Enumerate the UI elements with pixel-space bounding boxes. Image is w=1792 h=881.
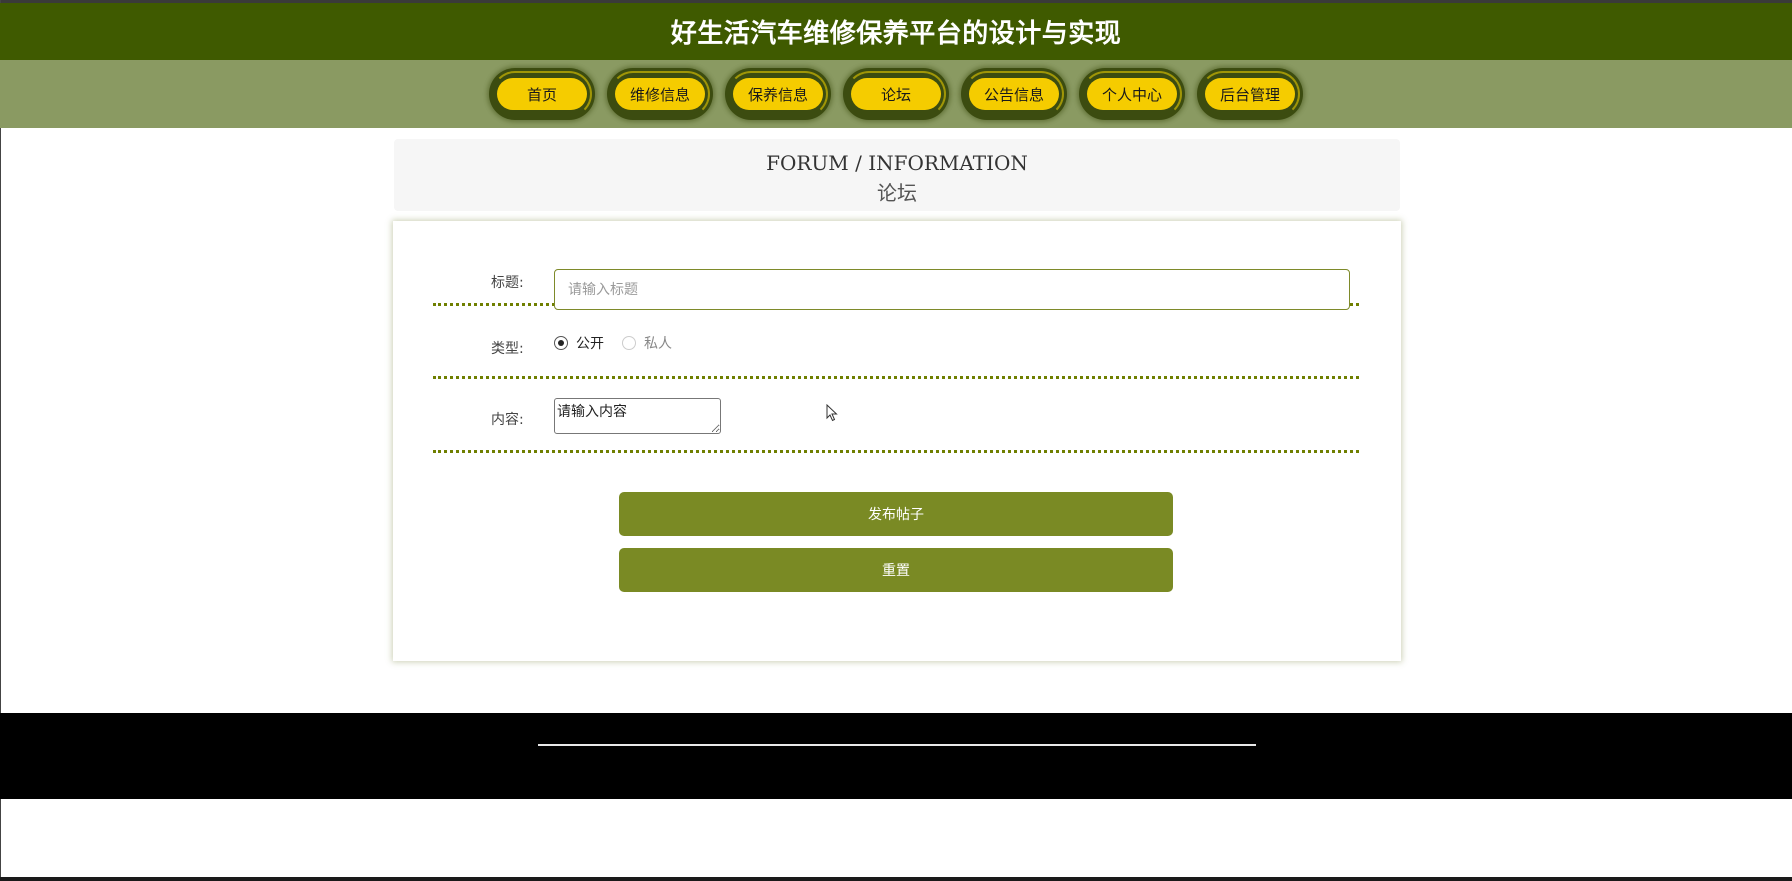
nav-item-label: 首页 — [497, 78, 587, 110]
window-bottom-border — [0, 877, 1792, 881]
form-row-content: 内容: — [433, 379, 1359, 453]
nav-item-repair-info[interactable]: 维修信息 — [607, 68, 713, 120]
section-title-en: FORUM / INFORMATION — [766, 151, 1028, 175]
nav-item-label: 论坛 — [851, 78, 941, 110]
forum-post-form: 标题: 类型: 公开 私人 内容: 发布帖子 重置 — [393, 221, 1401, 661]
nav-item-label: 后台管理 — [1205, 78, 1295, 110]
site-title: 好生活汽车维修保养平台的设计与实现 — [670, 19, 1122, 49]
nav-item-personal-center[interactable]: 个人中心 — [1079, 68, 1185, 120]
type-option-public[interactable]: 公开 — [554, 333, 604, 353]
radio-unchecked-icon[interactable] — [622, 336, 636, 350]
nav-item-forum[interactable]: 论坛 — [843, 68, 949, 120]
section-heading: FORUM / INFORMATION 论坛 — [394, 139, 1400, 211]
reset-button[interactable]: 重置 — [619, 548, 1173, 592]
mouse-pointer-icon — [826, 404, 838, 422]
nav-item-admin[interactable]: 后台管理 — [1197, 68, 1303, 120]
title-label: 标题: — [491, 275, 524, 291]
type-option-label: 私人 — [644, 336, 672, 352]
nav-item-announcements[interactable]: 公告信息 — [961, 68, 1067, 120]
publish-post-button[interactable]: 发布帖子 — [619, 492, 1173, 536]
site-footer — [0, 713, 1792, 799]
content-label: 内容: — [491, 412, 524, 428]
nav-item-label: 个人中心 — [1087, 78, 1177, 110]
title-input[interactable] — [554, 269, 1350, 310]
content-textarea[interactable] — [554, 398, 721, 434]
section-title-cn: 论坛 — [877, 181, 917, 205]
type-option-private[interactable]: 私人 — [622, 333, 672, 353]
nav-item-label: 维修信息 — [615, 78, 705, 110]
nav-item-home[interactable]: 首页 — [489, 68, 595, 120]
site-header: 好生活汽车维修保养平台的设计与实现 — [0, 3, 1792, 60]
type-label: 类型: — [491, 341, 524, 357]
radio-checked-icon[interactable] — [554, 336, 568, 350]
nav-item-label: 公告信息 — [969, 78, 1059, 110]
nav-item-maintenance-info[interactable]: 保养信息 — [725, 68, 831, 120]
form-row-type: 类型: 公开 私人 — [433, 306, 1359, 379]
nav-item-label: 保养信息 — [733, 78, 823, 110]
nav-list: 首页 维修信息 保养信息 论坛 公告信息 个人中心 后台管理 — [489, 68, 1303, 120]
type-radio-group: 公开 私人 — [554, 333, 672, 353]
form-row-title: 标题: — [433, 259, 1359, 310]
main-navbar: 首页 维修信息 保养信息 论坛 公告信息 个人中心 后台管理 — [0, 60, 1792, 128]
footer-divider — [538, 744, 1256, 746]
type-option-label: 公开 — [576, 336, 604, 352]
